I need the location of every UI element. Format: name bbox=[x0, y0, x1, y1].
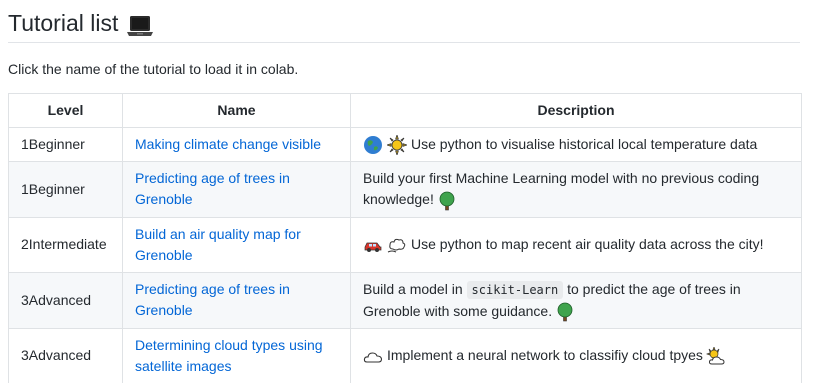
globe-icon bbox=[363, 135, 383, 155]
header-description: Description bbox=[350, 93, 802, 128]
name-cell: Determining cloud types using satellite … bbox=[122, 327, 351, 383]
tutorial-link[interactable]: Determining cloud types using satellite … bbox=[135, 337, 323, 374]
tree-icon bbox=[437, 191, 457, 211]
name-cell: Build an air quality map for Grenoble bbox=[122, 216, 351, 273]
page: Tutorial list Click the name of the tuto… bbox=[0, 0, 813, 383]
description-cell: Implement a neural network to classifiy … bbox=[350, 327, 802, 383]
level-cell: 3Advanced bbox=[8, 327, 123, 383]
level-cell: 1Beginner bbox=[8, 161, 123, 218]
name-cell: Making climate change visible bbox=[122, 126, 351, 163]
level-cell: 1Beginner bbox=[8, 126, 123, 163]
description-cell: Build a model in scikit-Learn to predict… bbox=[350, 271, 802, 329]
laptop-icon bbox=[126, 14, 154, 38]
cloud-icon bbox=[363, 347, 383, 367]
table-row: 1Beginner Predicting age of trees in Gre… bbox=[8, 161, 802, 218]
inline-code: scikit-Learn bbox=[466, 280, 564, 299]
tutorial-link[interactable]: Making climate change visible bbox=[135, 136, 321, 152]
sun-behind-cloud-icon bbox=[705, 346, 726, 367]
description-cell: Build your first Machine Learning model … bbox=[350, 161, 802, 218]
name-cell: Predicting age of trees in Grenoble bbox=[122, 161, 351, 218]
name-cell: Predicting age of trees in Grenoble bbox=[122, 271, 351, 329]
description-text: Build your first Machine Learning model … bbox=[363, 170, 760, 208]
tutorial-table: Level Name Description 1Beginner Making … bbox=[8, 93, 802, 383]
smoke-icon bbox=[387, 235, 407, 255]
page-heading: Tutorial list bbox=[8, 8, 800, 43]
table-header-row: Level Name Description bbox=[8, 93, 802, 128]
description-text: Implement a neural network to classifiy … bbox=[387, 347, 703, 364]
table-row: 1Beginner Making climate change visible … bbox=[8, 126, 802, 163]
table-row: 3Advanced Predicting age of trees in Gre… bbox=[8, 271, 802, 329]
sun-icon bbox=[387, 135, 407, 156]
table-row: 3Advanced Determining cloud types using … bbox=[8, 327, 802, 383]
header-level: Level bbox=[8, 93, 123, 128]
description-text: Use python to map recent air quality dat… bbox=[411, 235, 764, 252]
page-title: Tutorial list bbox=[8, 10, 119, 36]
level-cell: 2Intermediate bbox=[8, 216, 123, 273]
description-text-before: Build a model in bbox=[363, 280, 463, 297]
description-cell: Use python to visualise historical local… bbox=[350, 126, 802, 163]
tutorial-link[interactable]: Build an air quality map for Grenoble bbox=[135, 226, 301, 263]
table-row: 2Intermediate Build an air quality map f… bbox=[8, 216, 802, 273]
description-cell: Use python to map recent air quality dat… bbox=[350, 216, 802, 273]
intro-text: Click the name of the tutorial to load i… bbox=[8, 61, 299, 77]
tree-icon bbox=[555, 302, 575, 322]
level-cell: 3Advanced bbox=[8, 271, 123, 329]
tutorial-link[interactable]: Predicting age of trees in Grenoble bbox=[135, 281, 290, 318]
car-icon bbox=[363, 235, 383, 255]
description-text: Use python to visualise historical local… bbox=[411, 136, 758, 152]
header-name: Name bbox=[122, 93, 351, 128]
tutorial-link[interactable]: Predicting age of trees in Grenoble bbox=[135, 170, 290, 207]
